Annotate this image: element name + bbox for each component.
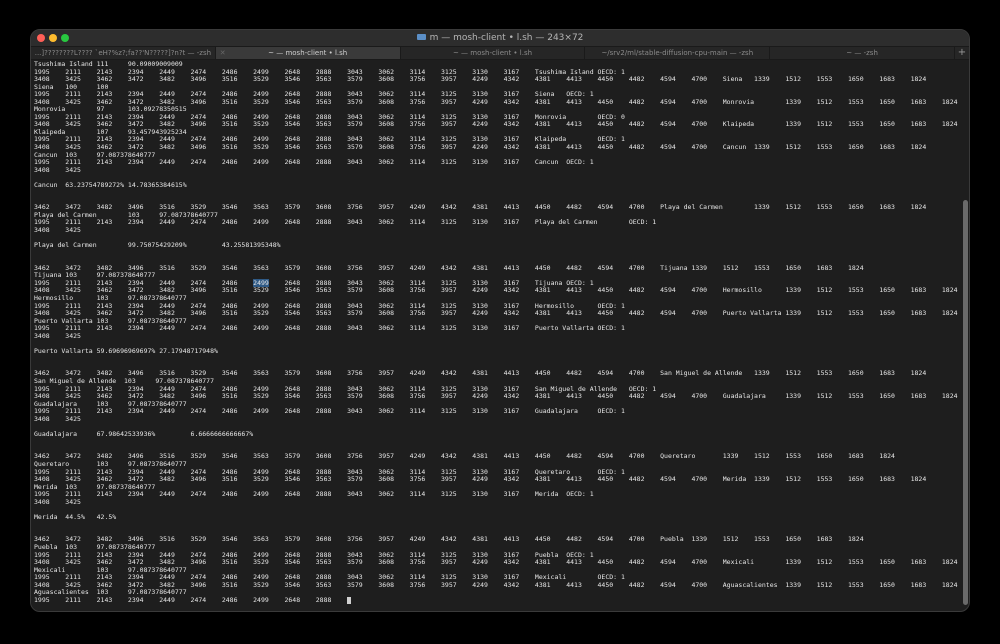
cursor [347, 596, 352, 604]
terminal-line: 1995 2111 2143 2394 2449 2474 2486 2499 … [34, 218, 657, 227]
title-bar[interactable]: m — mosh-client • l.sh — 243×72 [31, 30, 969, 46]
terminal-line: 3408 3425 [34, 331, 81, 340]
terminal-line: 1995 2111 2143 2394 2449 2474 2486 2499 … [34, 324, 625, 333]
terminal-line: 3408 3425 3462 3472 3482 3496 3516 3529 … [34, 75, 927, 84]
terminal-line: 3462 3472 3482 3496 3516 3529 3546 3563 … [34, 535, 864, 544]
terminal-line: 3408 3425 3462 3472 3482 3496 3516 3529 … [34, 475, 927, 484]
tab-zsh-garbled[interactable]: ...]????????L???? `eH?%z?;fa??'N?????]?n… [31, 47, 216, 59]
window-title-wrap: m — mosh-client • l.sh — 243×72 [31, 31, 969, 45]
terminal-line: Merida 44.5% 42.5% [34, 512, 117, 521]
terminal-output[interactable]: Tsushima Island 111 90.09009009009 1995 … [31, 60, 961, 611]
tab-stable-diffusion[interactable]: ~/srv2/ml/stable-diffusion-cpu-main — -z… [585, 47, 771, 59]
terminal-line: 1995 2111 2143 2394 2449 2474 2486 2499 … [34, 407, 625, 416]
window-title: m — mosh-client • l.sh — 243×72 [429, 33, 584, 43]
terminal-line: 1995 2111 2143 2394 2449 2474 2486 2499 … [34, 158, 594, 167]
terminal-line: Playa del Carmen 99.75075429209% 43.2558… [34, 241, 281, 250]
terminal-line: 3408 3425 [34, 497, 81, 506]
close-icon[interactable]: ✕ [220, 47, 226, 59]
tab-label: ~ — mosh-client • l.sh [452, 49, 533, 57]
folder-icon [416, 33, 426, 40]
terminal-line: Puerto Vallarta 59.69696969697% 27.17948… [34, 346, 218, 355]
terminal-line: Cancun 63.23754789272% 14.78365384615% [34, 180, 187, 189]
tab-mosh-client[interactable]: ~ — mosh-client • l.sh [401, 47, 586, 59]
tab-label: ...]????????L???? `eH?%z?;fa??'N?????]?n… [34, 49, 212, 57]
terminal-line: 3408 3425 [34, 226, 81, 235]
terminal-line: 3408 3425 [34, 414, 81, 423]
terminal-window: m — mosh-client • l.sh — 243×72 ...]????… [30, 29, 970, 612]
terminal-line: 3462 3472 3482 3496 3516 3529 3546 3563 … [34, 263, 864, 272]
tab-bar: ...]????????L???? `eH?%z?;fa??'N?????]?n… [31, 46, 969, 60]
tab-label: ~/srv2/ml/stable-diffusion-cpu-main — -z… [601, 49, 754, 57]
tab-mosh-client-active[interactable]: ✕ ~ — mosh-client • l.sh [215, 47, 401, 59]
tab-zsh[interactable]: ~ — -zsh [770, 47, 955, 59]
plus-icon[interactable]: + [955, 47, 969, 59]
terminal-line: Guadalajara 67.98642533936% 6.6666666666… [34, 429, 254, 438]
scrollbar[interactable] [963, 200, 968, 605]
tab-label: ~ — mosh-client • l.sh [268, 49, 348, 57]
terminal-text: Tsushima Island 111 90.09009009009 1995 … [31, 60, 961, 604]
terminal-line: 3408 3425 [34, 165, 81, 174]
terminal-line: 3408 3425 3462 3472 3482 3496 3516 3529 … [34, 143, 927, 152]
terminal-line: 1995 2111 2143 2394 2449 2474 2486 2499 … [34, 490, 594, 499]
tab-label: ~ — -zsh [846, 49, 878, 57]
terminal-line: 1995 2111 2143 2394 2449 2474 2486 2499 … [34, 595, 332, 604]
